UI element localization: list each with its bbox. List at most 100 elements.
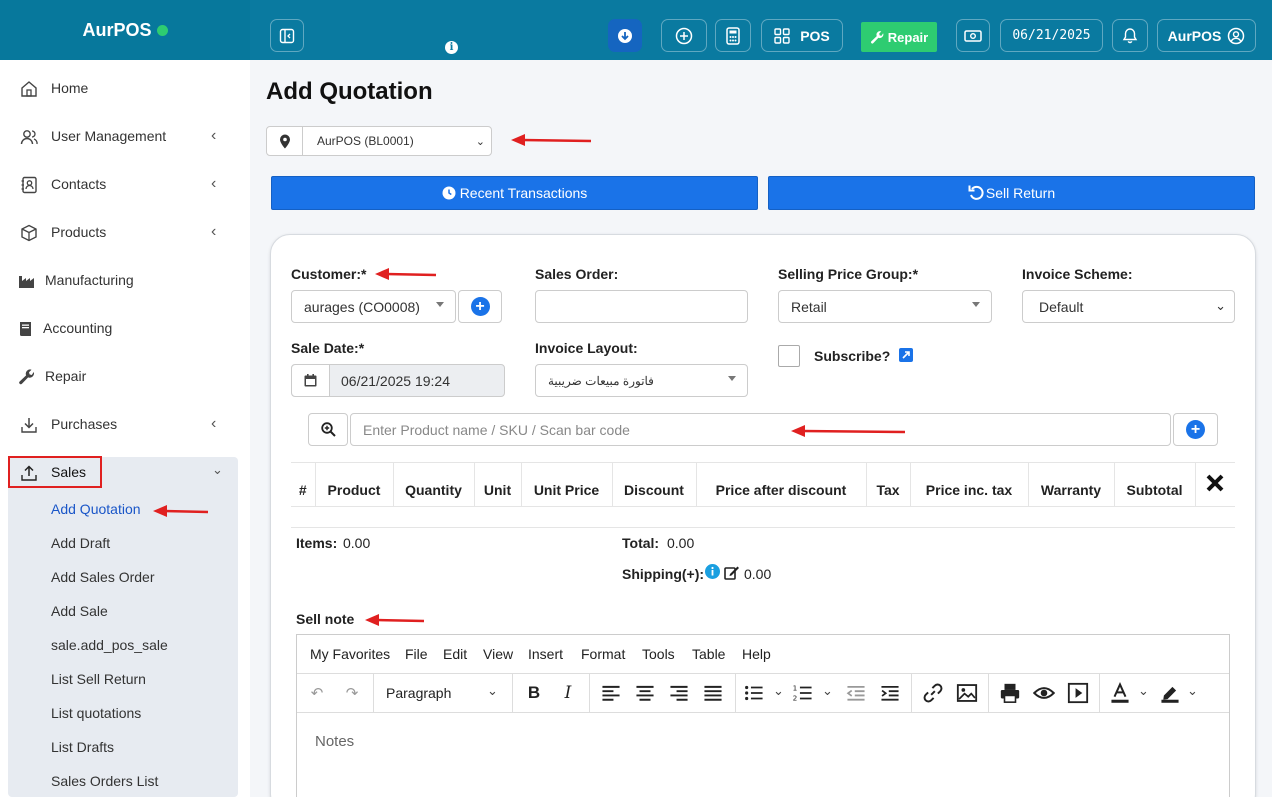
add-button[interactable] (661, 19, 707, 52)
invoice-layout-label: Invoice Layout: (535, 340, 638, 356)
image-icon[interactable] (956, 682, 978, 704)
info-icon[interactable]: i (445, 41, 458, 54)
submenu-list-quotations[interactable]: List quotations (51, 705, 141, 721)
align-right-icon[interactable] (668, 682, 690, 704)
outdent-icon[interactable] (845, 682, 867, 704)
pos-button[interactable]: POS (761, 19, 843, 52)
highlight-color-icon[interactable] (1159, 682, 1181, 704)
annotation-arrow-icon (153, 505, 209, 517)
link-icon[interactable] (922, 682, 944, 704)
product-search-input[interactable]: Enter Product name / SKU / Scan bar code (350, 413, 1171, 446)
invoice-layout-select[interactable]: فاتورة مبيعات ضريبية (535, 364, 748, 397)
preview-eye-icon[interactable] (1033, 682, 1055, 704)
submenu-add-pos-sale[interactable]: sale.add_pos_sale (51, 637, 168, 653)
bullet-list-icon[interactable] (743, 682, 765, 704)
column-header: Quantity (392, 462, 474, 507)
numbered-list-icon[interactable]: 12 (792, 682, 814, 704)
customer-select[interactable]: aurages (CO0008) (291, 290, 456, 323)
menu-table[interactable]: Table (692, 646, 725, 662)
toolbar-separator (589, 674, 590, 712)
column-header: Tax (865, 462, 910, 507)
column-header: Discount (611, 462, 696, 507)
sidebar-item-label: Repair (45, 368, 87, 384)
toggle-sidebar-button[interactable] (270, 19, 304, 52)
brand[interactable]: AurPOS (0, 0, 250, 60)
sidebar-item-repair[interactable]: Repair (0, 353, 250, 401)
italic-icon[interactable]: I (557, 682, 579, 704)
align-center-icon[interactable] (634, 682, 656, 704)
notifications-button[interactable] (1112, 19, 1148, 52)
recent-transactions-button[interactable]: Recent Transactions (271, 176, 758, 210)
location-select[interactable]: AurPOS (BL0001) ⌄ (266, 126, 492, 156)
cash-register-button[interactable] (956, 19, 990, 52)
menu-help[interactable]: Help (742, 646, 771, 662)
selling-price-group-select[interactable]: Retail (778, 290, 992, 323)
edit-icon[interactable] (724, 565, 740, 580)
sidebar-item-purchases[interactable]: Purchases ‹ (0, 401, 250, 449)
sale-date-field[interactable]: 06/21/2025 19:24 (291, 364, 505, 397)
sidebar-item-label: Purchases (51, 416, 118, 432)
menu-insert[interactable]: Insert (528, 646, 563, 662)
bold-icon[interactable]: B (523, 682, 545, 704)
sidebar-item-products[interactable]: Products ‹ (0, 209, 250, 257)
align-left-icon[interactable] (600, 682, 622, 704)
print-icon[interactable] (999, 682, 1021, 704)
chevron-down-icon[interactable]: ⌄ (773, 683, 784, 699)
svg-text:2: 2 (793, 693, 798, 702)
menu-edit[interactable]: Edit (443, 646, 467, 662)
repair-button[interactable]: Repair (861, 22, 937, 52)
sidebar-item-label: Manufacturing (45, 272, 134, 288)
remove-all-button[interactable] (1194, 462, 1235, 507)
text-color-icon[interactable] (1109, 682, 1131, 704)
download-button[interactable] (608, 19, 642, 52)
submenu-add-draft[interactable]: Add Draft (51, 535, 110, 551)
subscribe-checkbox[interactable] (778, 345, 800, 367)
brand-name: AurPOS (82, 19, 152, 40)
sidebar-item-user-management[interactable]: User Management ‹ (0, 113, 250, 161)
user-menu-button[interactable]: AurPOS (1157, 19, 1256, 52)
indent-icon[interactable] (879, 682, 901, 704)
sidebar-item-home[interactable]: Home (0, 65, 250, 113)
menu-file[interactable]: File (405, 646, 428, 662)
editor-menubar: My Favorites File Edit View Insert Forma… (297, 635, 1229, 674)
media-icon[interactable] (1067, 682, 1089, 704)
sidebar-item-label: User Management (51, 128, 167, 144)
redo-icon[interactable]: ↷ (341, 682, 363, 704)
chevron-down-icon[interactable]: ⌄ (1138, 683, 1149, 699)
submenu-sales-orders-list[interactable]: Sales Orders List (51, 773, 158, 789)
menu-view[interactable]: View (483, 646, 513, 662)
repair-label: Repair (887, 29, 929, 45)
align-justify-icon[interactable] (702, 682, 724, 704)
sidebar-item-accounting[interactable]: Accounting (0, 305, 250, 353)
submenu-list-sell-return[interactable]: List Sell Return (51, 671, 146, 687)
column-header: Product (314, 462, 393, 507)
sidebar-item-contacts[interactable]: Contacts ‹ (0, 161, 250, 209)
sales-order-field[interactable] (535, 290, 748, 323)
external-link-icon[interactable] (899, 348, 913, 362)
add-product-button[interactable]: + (1173, 413, 1218, 446)
annotation-arrow-icon (511, 134, 592, 146)
chevron-down-icon[interactable]: ⌄ (1187, 683, 1198, 699)
sell-return-button[interactable]: Sell Return (768, 176, 1255, 210)
info-circle-icon[interactable] (705, 564, 720, 579)
submenu-add-sale[interactable]: Add Sale (51, 603, 108, 619)
menu-tools[interactable]: Tools (642, 646, 675, 662)
submenu-add-quotation[interactable]: Add Quotation (51, 501, 141, 517)
menu-format[interactable]: Format (581, 646, 625, 662)
submenu-list-drafts[interactable]: List Drafts (51, 739, 114, 755)
calculator-button[interactable] (715, 19, 751, 52)
location-value: AurPOS (BL0001) (317, 134, 414, 148)
editor-placeholder[interactable]: Notes (315, 733, 354, 750)
search-products-button[interactable] (308, 413, 348, 446)
add-customer-button[interactable]: + (458, 290, 502, 323)
sidebar-item-manufacturing[interactable]: Manufacturing (0, 257, 250, 305)
block-format-select[interactable]: Paragraph (386, 685, 451, 701)
book-icon (20, 322, 31, 336)
invoice-scheme-select[interactable]: Default ⌄ (1022, 290, 1235, 323)
submenu-add-sales-order[interactable]: Add Sales Order (51, 569, 155, 585)
chevron-down-icon[interactable]: ⌄ (822, 683, 833, 699)
undo-icon[interactable]: ↶ (306, 682, 328, 704)
menu-my-favorites[interactable]: My Favorites (310, 646, 390, 662)
wrench-icon (870, 30, 884, 44)
selling-price-group-label: Selling Price Group:* (778, 266, 919, 282)
